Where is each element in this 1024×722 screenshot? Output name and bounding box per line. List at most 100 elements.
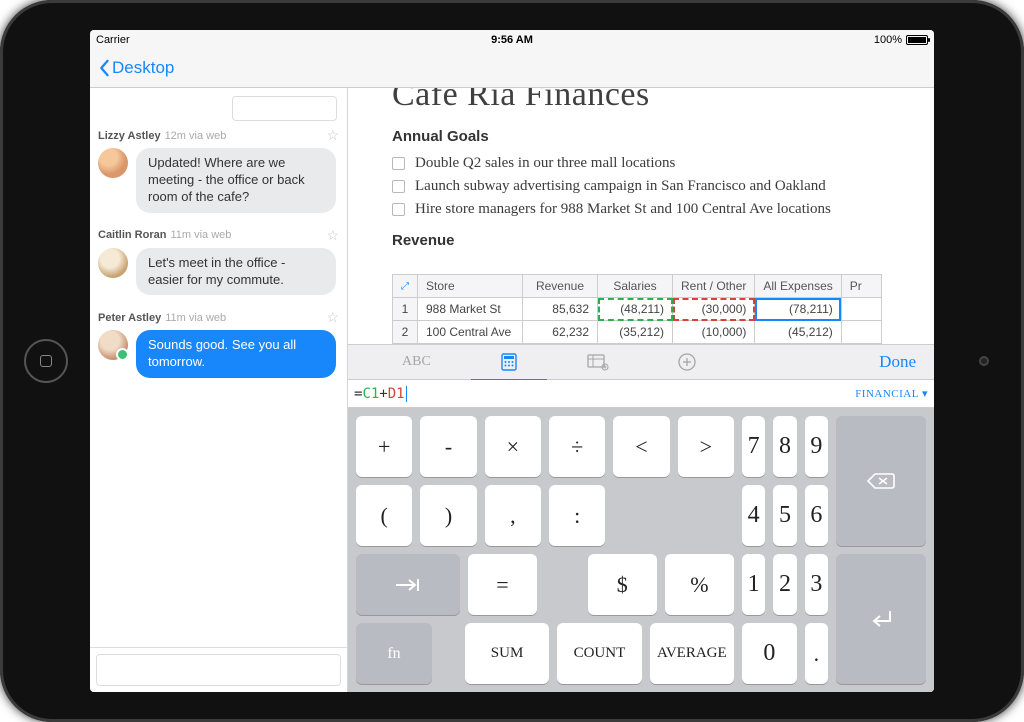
row-number[interactable]: 1 — [393, 298, 418, 321]
table-icon — [587, 353, 609, 371]
row-number[interactable]: 2 — [393, 321, 418, 344]
message-item[interactable]: Caitlin Roran 11m via web ☆ Let's meet i… — [90, 221, 347, 304]
cell[interactable] — [841, 321, 881, 344]
checkbox[interactable] — [392, 180, 405, 193]
checkbox[interactable] — [392, 157, 405, 170]
front-camera — [979, 356, 989, 366]
key-average[interactable]: AVERAGE — [650, 623, 734, 684]
key-multiply[interactable]: × — [485, 416, 541, 477]
star-icon[interactable]: ☆ — [326, 127, 339, 144]
col-header[interactable]: Salaries — [598, 275, 673, 298]
backspace-icon — [866, 471, 896, 491]
formula-ref-c1: C1 — [362, 386, 379, 402]
key-backspace[interactable] — [836, 416, 926, 546]
star-icon[interactable]: ☆ — [326, 227, 339, 244]
spreadsheet[interactable]: ⤢ Store Revenue Salaries Rent / Other Al… — [392, 274, 934, 344]
cell-active[interactable]: (78,211) — [755, 298, 841, 321]
col-header[interactable]: All Expenses — [755, 275, 841, 298]
cell[interactable]: (35,212) — [598, 321, 673, 344]
key-5[interactable]: 5 — [773, 485, 796, 546]
key-equals[interactable]: = — [468, 554, 537, 615]
formula-eq: = — [354, 386, 362, 402]
avatar[interactable] — [98, 148, 128, 178]
key-minus[interactable]: - — [420, 416, 476, 477]
back-button[interactable]: Desktop — [98, 58, 174, 78]
enter-icon — [868, 607, 894, 631]
cell[interactable]: (10,000) — [673, 321, 755, 344]
key-4[interactable]: 4 — [742, 485, 765, 546]
col-header[interactable]: Store — [418, 275, 523, 298]
key-rparen[interactable]: ) — [420, 485, 476, 546]
section-heading-goals: Annual Goals — [392, 128, 890, 145]
col-header[interactable]: Rent / Other — [673, 275, 755, 298]
message-meta: 11m via web — [170, 229, 231, 241]
key-count[interactable]: COUNT — [557, 623, 641, 684]
goal-item: Double Q2 sales in our three mall locati… — [415, 155, 675, 172]
key-2[interactable]: 2 — [773, 554, 796, 615]
col-header[interactable]: Revenue — [523, 275, 598, 298]
key-less-than[interactable]: < — [613, 416, 669, 477]
cell[interactable]: 62,232 — [523, 321, 598, 344]
key-comma[interactable]: , — [485, 485, 541, 546]
back-label: Desktop — [112, 58, 174, 78]
checkbox[interactable] — [392, 203, 405, 216]
compose-input[interactable] — [96, 654, 341, 686]
key-8[interactable]: 8 — [773, 416, 796, 477]
message-item[interactable]: Peter Astley 11m via web ☆ Sounds good. … — [90, 303, 347, 386]
status-bar: Carrier 9:56 AM 100% — [90, 30, 934, 48]
plus-circle-icon — [677, 352, 697, 372]
key-enter[interactable] — [836, 554, 926, 684]
table-row[interactable]: 1 988 Market St 85,632 (48,211) (30,000)… — [393, 298, 882, 321]
battery-icon — [906, 35, 928, 45]
home-button[interactable] — [24, 339, 68, 383]
cell[interactable] — [841, 298, 881, 321]
key-0[interactable]: 0 — [742, 623, 797, 684]
chevron-left-icon — [98, 59, 110, 77]
key-dollar[interactable]: $ — [588, 554, 657, 615]
key-divide[interactable]: ÷ — [549, 416, 605, 477]
done-button[interactable]: Done — [861, 352, 934, 372]
key-tab[interactable] — [356, 554, 460, 615]
cell[interactable]: (45,212) — [755, 321, 841, 344]
compose-bar — [90, 647, 347, 692]
key-plus[interactable]: + — [356, 416, 412, 477]
messages-list[interactable]: Lizzy Astley 12m via web ☆ Updated! Wher… — [90, 121, 347, 647]
sidebar-toolbar[interactable] — [232, 96, 337, 121]
cell[interactable]: 988 Market St — [418, 298, 523, 321]
tab-table[interactable] — [583, 345, 613, 379]
cell-selected-d1[interactable]: (30,000) — [673, 298, 755, 321]
key-7[interactable]: 7 — [742, 416, 765, 477]
key-colon[interactable]: : — [549, 485, 605, 546]
key-greater-than[interactable]: > — [678, 416, 734, 477]
doc-title: Cafe Ria Finances — [392, 88, 890, 114]
cell[interactable]: 85,632 — [523, 298, 598, 321]
key-6[interactable]: 6 — [805, 485, 828, 546]
message-bubble: Updated! Where are we meeting - the offi… — [136, 148, 336, 213]
key-1[interactable]: 1 — [742, 554, 765, 615]
key-lparen[interactable]: ( — [356, 485, 412, 546]
key-fn[interactable]: fn — [356, 623, 432, 684]
avatar[interactable] — [98, 330, 128, 360]
sheet-corner[interactable]: ⤢ — [393, 275, 418, 298]
tab-calculator[interactable] — [495, 344, 523, 380]
document-pane[interactable]: Cafe Ria Finances Annual Goals Double Q2… — [348, 88, 934, 692]
cell-selected-c1[interactable]: (48,211) — [598, 298, 673, 321]
avatar[interactable] — [98, 248, 128, 278]
goals-list: Double Q2 sales in our three mall locati… — [392, 155, 890, 218]
message-item[interactable]: Lizzy Astley 12m via web ☆ Updated! Wher… — [90, 121, 347, 221]
cell[interactable]: 100 Central Ave — [418, 321, 523, 344]
key-percent[interactable]: % — [665, 554, 734, 615]
tab-add[interactable] — [673, 344, 701, 380]
key-decimal[interactable]: . — [805, 623, 828, 684]
financial-dropdown[interactable]: FINANCIAL▾ — [855, 387, 928, 400]
calculator-icon — [499, 352, 519, 372]
key-sum[interactable]: SUM — [465, 623, 549, 684]
table-row[interactable]: 2 100 Central Ave 62,232 (35,212) (10,00… — [393, 321, 882, 344]
tab-abc[interactable]: ABC — [398, 346, 435, 378]
key-9[interactable]: 9 — [805, 416, 828, 477]
star-icon[interactable]: ☆ — [326, 309, 339, 326]
formula-bar[interactable]: =C1+D1 FINANCIAL▾ — [348, 380, 934, 408]
ipad-frame: Carrier 9:56 AM 100% Desktop Lizz — [0, 0, 1024, 722]
col-header[interactable]: Pr — [841, 275, 881, 298]
key-3[interactable]: 3 — [805, 554, 828, 615]
